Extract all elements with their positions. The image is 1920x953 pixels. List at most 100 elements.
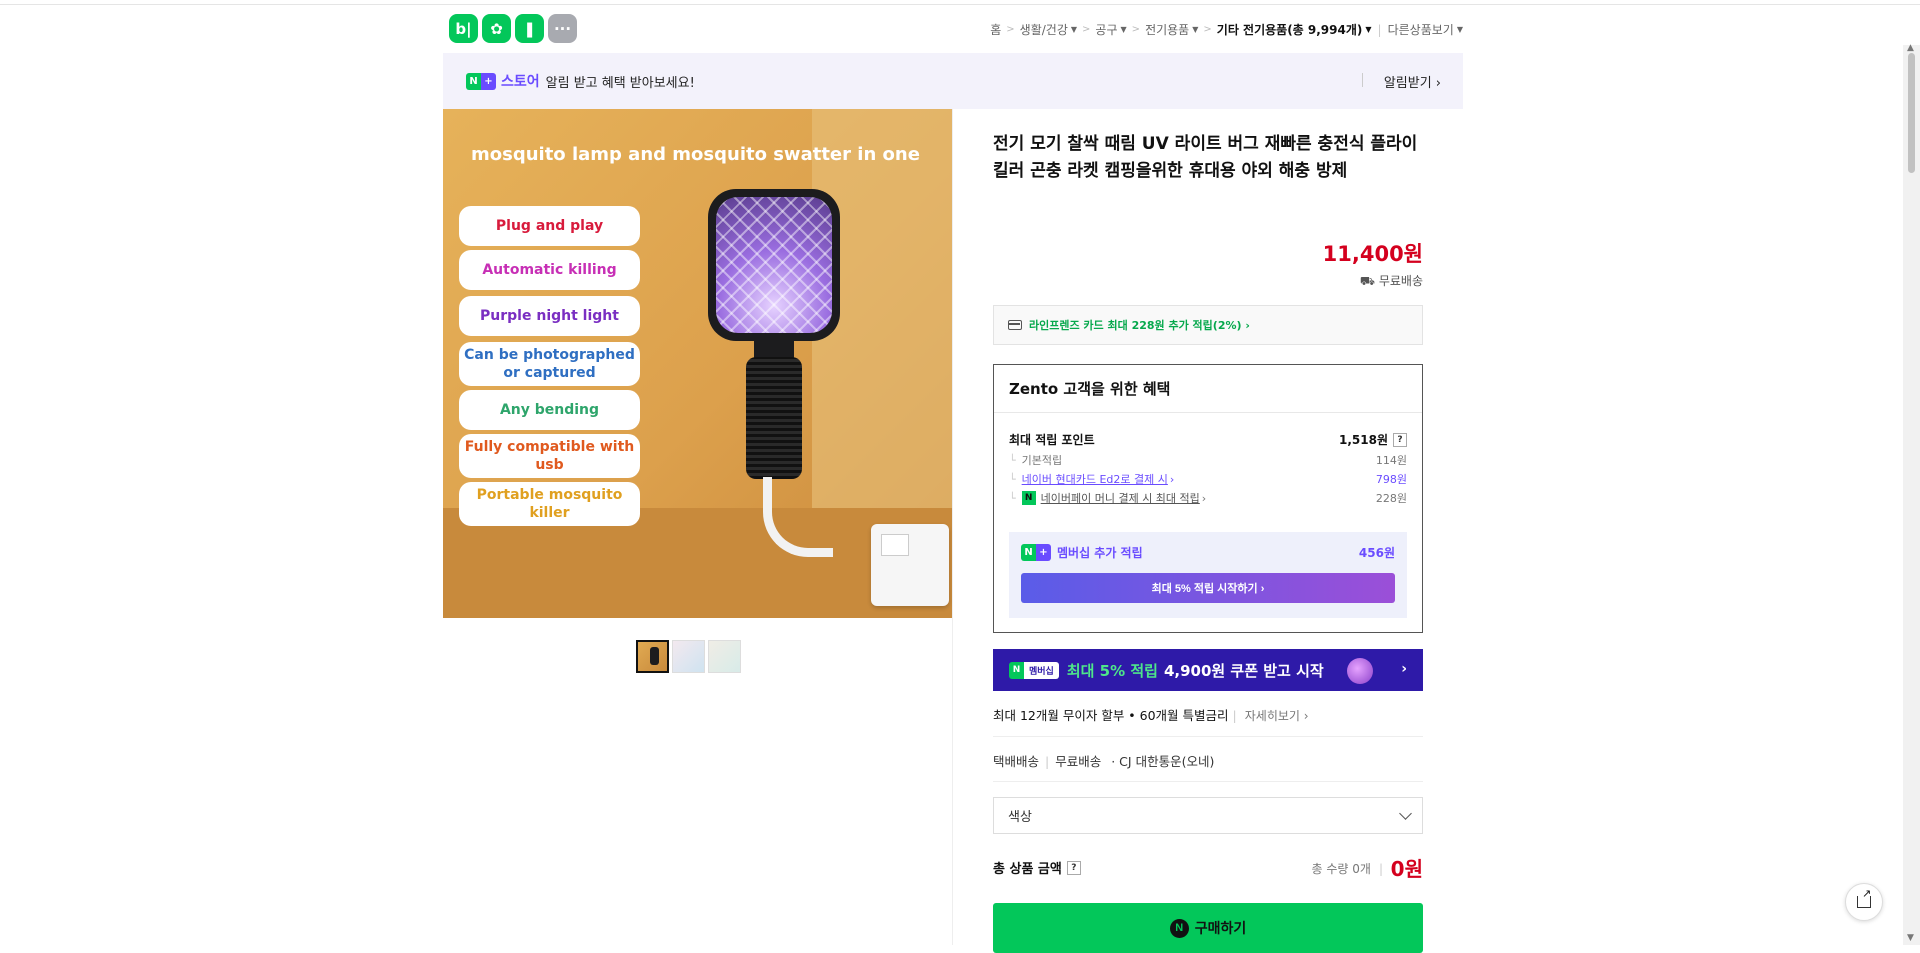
page-header: b| ✿ ❚ ··· 홈 > 생활/건강 ▼ > 공구 ▼ > 전기용품 ▼ > 기타… [443,14,1463,46]
max-points-value: 1,518원 [1339,433,1388,447]
thumbnail-2[interactable] [672,640,705,673]
more-icon[interactable]: ··· [548,14,577,43]
installment-more-link[interactable]: 자세히보기 › [1245,709,1309,723]
chevron-right-icon: › [1201,491,1207,505]
onion-character-icon [1347,658,1373,684]
other-products-link[interactable]: 다른상품보기 [1388,21,1454,38]
membership-value: 456원 [1358,546,1395,560]
total-label: 총 상품 금액 [993,862,1062,877]
breadcrumb-current[interactable]: 기타 전기용품(총 9,994개) [1217,21,1363,38]
card-offer-text: 라인프렌즈 카드 최대 228원 추가 적립(2%) › [1029,319,1250,332]
max-points-row: 최대 적립 포인트 1,518원 ? [1009,431,1407,448]
vertical-scrollbar[interactable]: ▲ ▼ [1903,43,1920,945]
caret-down-icon[interactable]: ▼ [1121,25,1127,34]
caret-down-icon[interactable]: ▼ [1071,25,1077,34]
divider [1362,73,1363,87]
main-product-image[interactable]: mosquito lamp and mosquito swatter in on… [443,109,952,618]
top-border [0,0,1920,5]
courier-name: · CJ 대한통운(오네) [1111,754,1215,769]
basic-points-row: └ 기본적립 114원 [1009,452,1407,468]
breadcrumb-separator: > [1131,24,1141,35]
benefit-header: Zento 고객을 위한 혜택 [994,365,1422,413]
racket-handle [746,357,802,479]
card-offer[interactable]: 라인프렌즈 카드 최대 228원 추가 적립(2%) › [993,305,1423,345]
chevron-right-icon: › [1401,661,1407,677]
breadcrumb-home[interactable]: 홈 [990,21,1001,38]
card-points-row: └ 네이버 현대카드 Ed2로 결제 시 › 798원 [1009,471,1407,487]
membership-promo-banner[interactable]: N 멤버십 최대 5% 적립 4,900원 쿠폰 받고 시작 › [993,649,1423,691]
naver-n-icon: N [1009,661,1024,679]
color-option-select[interactable]: 색상 [993,797,1423,834]
usb-plug [881,534,909,556]
store-label: 스토어 [501,74,540,90]
product-image-area: mosquito lamp and mosquito swatter in on… [443,109,953,945]
help-icon[interactable]: ? [1393,432,1407,447]
feature-pill: Fully compatible with usb [459,434,640,478]
product-title: 전기 모기 찰싹 때림 UV 라이트 버그 재빠른 충전식 플라이 킬러 곤충 … [993,134,1418,181]
share-button[interactable] [1845,883,1883,921]
feature-pill: Purple night light [459,296,640,336]
divider [993,736,1423,737]
installment-text: 최대 12개월 무이자 할부 • 60개월 특별금리 [993,708,1229,723]
membership-box: N + 멤버십 추가 적립 456원 최대 5% 적립 시작하기 › [1009,532,1407,618]
tree-line-icon: └ [1009,491,1016,505]
naver-plus-badge: N + [466,72,496,90]
chevron-right-icon: › [1169,472,1175,486]
banner-message: 알림 받고 혜택 받아보세요! [545,75,695,91]
caret-down-icon[interactable]: ▼ [1365,25,1371,34]
naver-plus-badge: N + [1021,544,1051,561]
feature-pill: Can be photographed or captured [459,342,640,386]
thumbnail-1[interactable] [636,640,669,673]
scrollbar-thumb[interactable] [1908,53,1915,173]
credit-card-icon [1008,320,1022,330]
delivery-fee: 무료배송 [1055,754,1102,769]
feature-pill: Plug and play [459,206,640,246]
bookmark-icon[interactable]: ❚ [515,14,544,43]
naver-n-icon: N [1169,918,1189,938]
caret-down-icon[interactable]: ▼ [1457,25,1463,34]
buy-label: 구매하기 [1194,920,1247,936]
membership-label: 멤버십 추가 적립 [1057,546,1143,560]
thumbnail-3[interactable] [708,640,741,673]
feature-pill: Any bending [459,390,640,430]
npay-points-row: └ N 네이버페이 머니 결제 시 최대 적립 › 228원 [1009,490,1407,506]
breadcrumb-tools[interactable]: 공구 [1095,21,1117,38]
breadcrumb-separator: > [1006,24,1015,35]
buy-button[interactable]: N 구매하기 [993,903,1423,953]
alarm-button[interactable]: 알림받기 › [1384,72,1441,91]
npay-money-link[interactable]: 네이버페이 머니 결제 시 최대 적립 [1041,490,1200,506]
total-quantity: 총 수량 0개 [1311,862,1371,876]
breadcrumb-electric[interactable]: 전기용품 [1145,21,1189,38]
npay-icon: N [1021,491,1036,505]
promo-text: 4,900원 쿠폰 받고 시작 [1163,661,1324,680]
total-amount: 0원 [1390,857,1423,881]
image-headline: mosquito lamp and mosquito swatter in on… [471,144,920,165]
scroll-down-icon[interactable]: ▼ [1907,933,1914,943]
basic-points-value: 114원 [1375,454,1407,467]
basic-points-label: 기본적립 [1021,454,1063,467]
tree-line-icon: └ [1009,472,1016,486]
divider: | [1378,862,1383,876]
membership-badge-text: 멤버십 [1024,661,1059,679]
truck-icon: ⛟ [1359,274,1379,288]
hyundai-card-link[interactable]: 네이버 현대카드 Ed2로 결제 시 [1022,471,1168,487]
breadcrumb-living-health[interactable]: 생활/건강 [1020,21,1068,38]
caret-down-icon[interactable]: ▼ [1192,25,1198,34]
apple-icon[interactable]: ✿ [482,14,511,43]
breadcrumb: 홈 > 생활/건강 ▼ > 공구 ▼ > 전기용품 ▼ > 기타 전기용품(총 9,9… [990,21,1463,38]
divider: | [1045,754,1050,769]
divider: | [1377,22,1382,37]
delivery-type: 택배배송 [993,754,1040,769]
benefit-box: Zento 고객을 위한 혜택 최대 적립 포인트 1,518원 ? └ 기본적립… [993,364,1423,633]
total-amount-row: 총 상품 금액? 총 수량 0개 | 0원 [993,855,1423,881]
max-points-label: 최대 적립 포인트 [1009,433,1095,447]
start-membership-button[interactable]: 최대 5% 적립 시작하기 › [1021,573,1395,603]
color-option-label: 색상 [1008,810,1032,825]
scroll-up-icon[interactable]: ▲ [1907,43,1914,53]
blog-icon[interactable]: b| [449,14,478,43]
delivery-info: 택배배송 | 무료배송 · CJ 대한통운(오네) [993,751,1423,770]
share-icon [1857,887,1871,908]
card-points-value: 798원 [1375,473,1407,486]
product-price: 11,400원 [1322,242,1423,266]
help-icon[interactable]: ? [1066,860,1081,875]
